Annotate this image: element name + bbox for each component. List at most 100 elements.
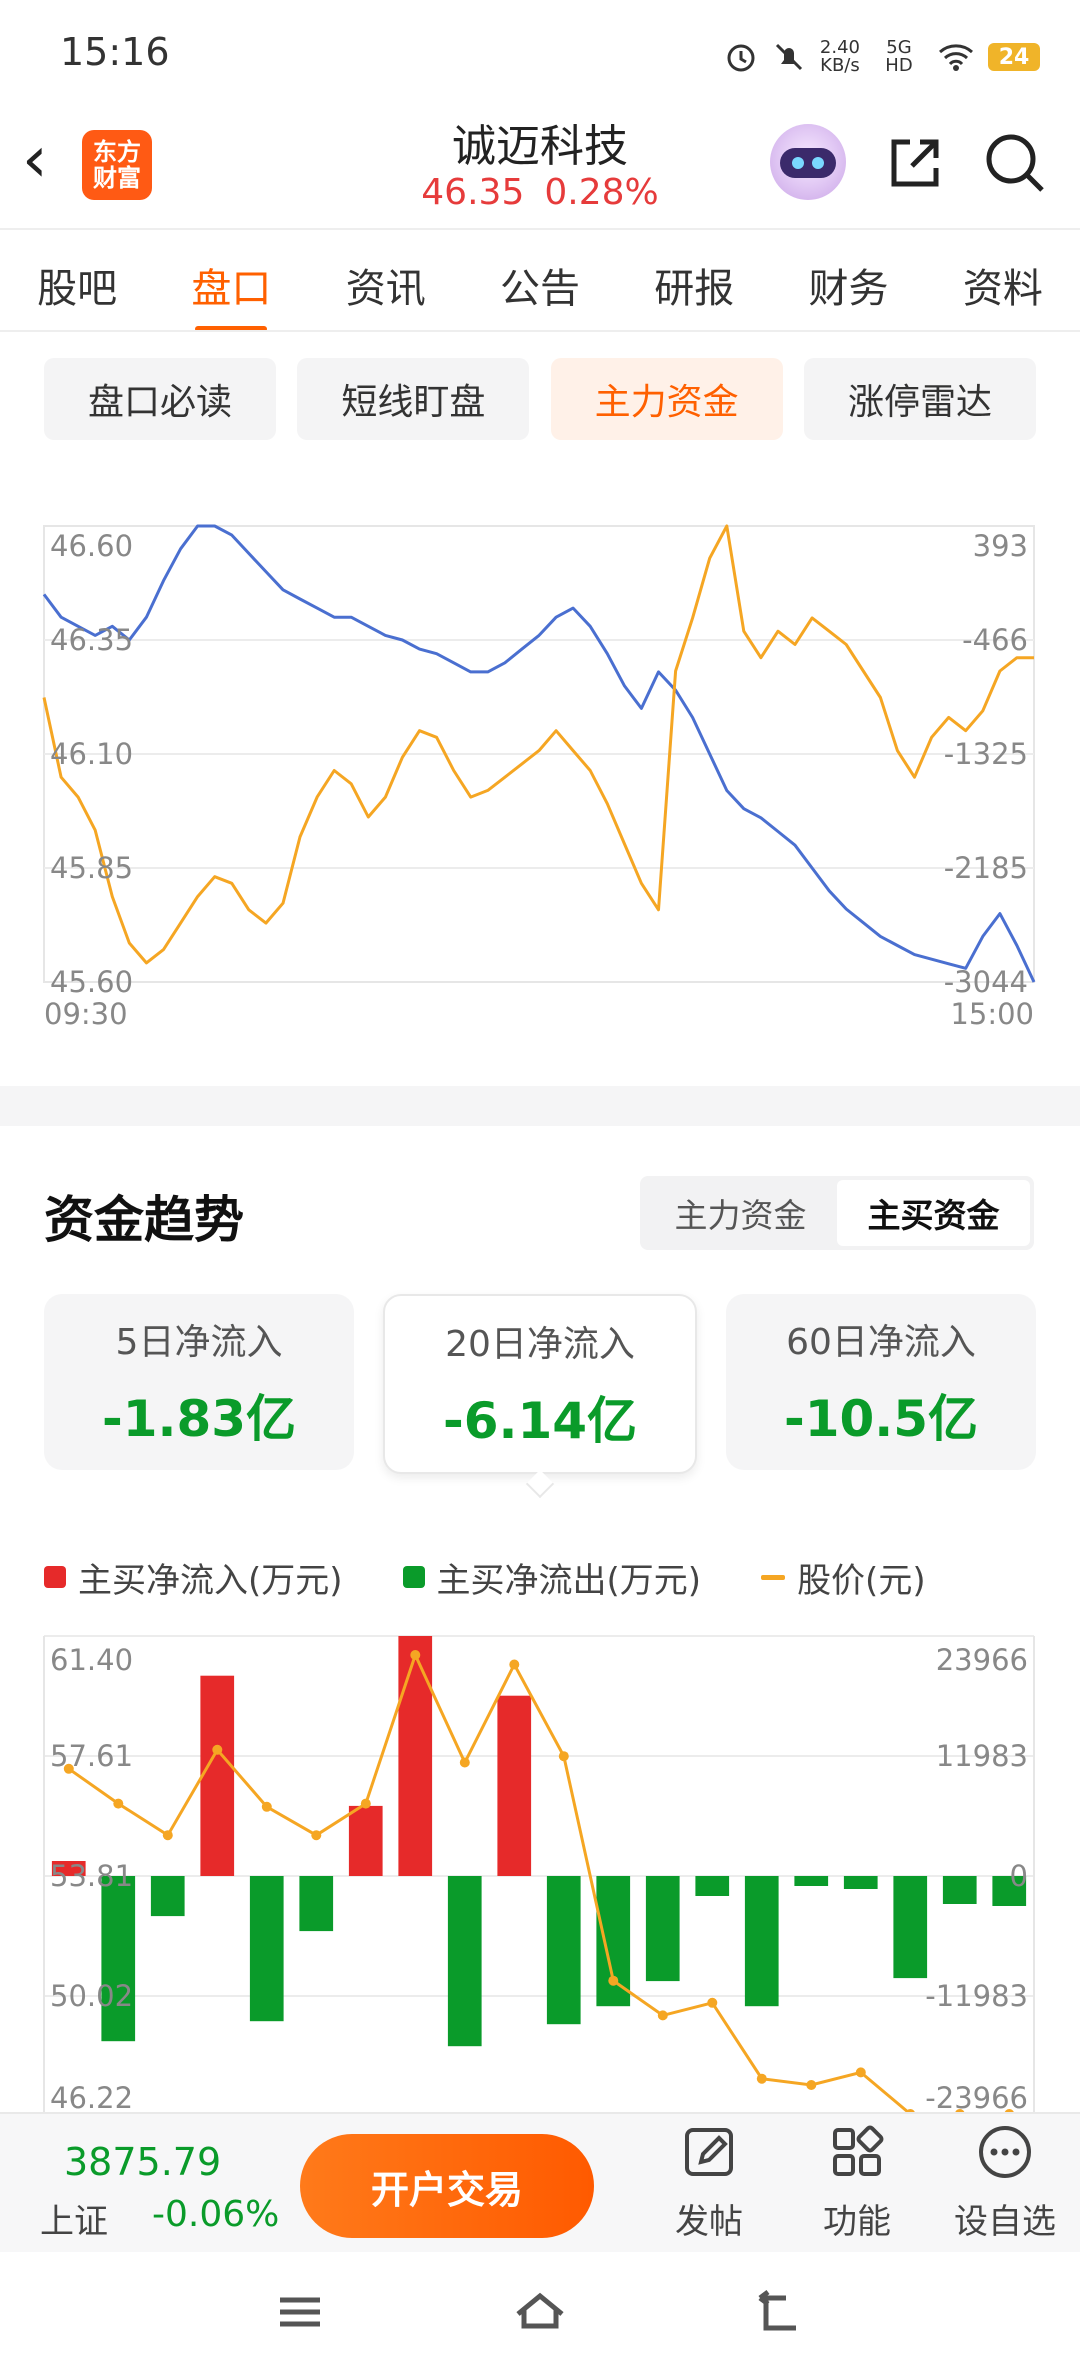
search-icon[interactable]: [980, 128, 1050, 198]
menu-icon[interactable]: [270, 2282, 330, 2342]
left-tick-label: 61.40: [50, 1643, 133, 1677]
section-title: 资金趋势: [44, 1191, 244, 1249]
right-tick-label: -466: [962, 623, 1028, 657]
left-tick-label: 46.10: [50, 737, 133, 771]
inflow-bar: [497, 1695, 532, 1876]
time-end-label: 15:00: [950, 997, 1034, 1031]
open-account-trade-button[interactable]: 开户交易: [300, 2134, 594, 2238]
stock-header: ‹ 东方 财富 诚迈科技 46.35 0.28%: [0, 110, 1080, 230]
intraday-fund-chart[interactable]: 46.60 46.35 46.10 45.85 45.60 393 -466 -1325 -21…: [0, 470, 1080, 1050]
left-tick-label: 45.85: [50, 851, 133, 885]
left-tick-label: 53.81: [50, 1859, 133, 1893]
price-point: [509, 1659, 520, 1670]
left-tick-label: 46.35: [50, 623, 133, 657]
outflow-bar: [794, 1876, 829, 1886]
right-tick-label: 0: [1010, 1859, 1028, 1893]
card-pointer: [525, 1469, 555, 1499]
functions-button[interactable]: 功能: [802, 2122, 912, 2252]
price-point: [608, 1975, 619, 1986]
wifi-icon: [939, 44, 973, 71]
right-tick-label: 393: [973, 529, 1028, 563]
outflow-bar: [893, 1876, 928, 1979]
left-tick-label: 50.02: [50, 1979, 133, 2013]
net-inflow-cards: 5日净流入 -1.83亿 20日净流入 -6.14亿 60日净流入 -10.5亿: [44, 1294, 1036, 1474]
index-change[interactable]: -0.06%: [152, 2194, 279, 2235]
share-icon[interactable]: [880, 128, 950, 198]
tab-pankou[interactable]: 盘口: [185, 256, 277, 332]
outflow-bar: [695, 1876, 730, 1896]
alarm-icon: [727, 44, 755, 72]
price-point: [459, 1757, 470, 1768]
status-icons: 2.40 KB/s 5G HD 24: [724, 32, 1040, 82]
price-point: [806, 2080, 817, 2090]
status-bar: 15:16 2.40 KB/s 5G HD 24: [0, 0, 1080, 110]
back-nav-icon[interactable]: [750, 2282, 810, 2342]
main-fund-flow-line: [42, 524, 1034, 965]
outflow-bar: [744, 1876, 779, 2007]
card-5d[interactable]: 5日净流入 -1.83亿: [44, 1294, 354, 1470]
status-time: 15:16: [60, 30, 170, 74]
price-point: [707, 1997, 718, 2008]
price-point: [410, 1650, 421, 1660]
subtab-main-funds[interactable]: 主力资金: [550, 358, 783, 440]
right-tick-label: -2185: [944, 851, 1028, 885]
card-60d[interactable]: 60日净流入 -10.5亿: [726, 1294, 1036, 1470]
chart-legend: 主买净流入(万元) 主买净流出(万元) 股价(元): [44, 1552, 1044, 1602]
outflow-bar: [843, 1876, 878, 1889]
inflow-bar: [398, 1636, 433, 1876]
left-tick-label: 46.60: [50, 529, 133, 563]
outflow-bar: [447, 1876, 482, 2047]
home-icon[interactable]: [510, 2282, 570, 2342]
left-tick-label: 46.22: [50, 2081, 133, 2115]
legend-price: 股价(元): [761, 1553, 926, 1602]
outflow-bar: [942, 1876, 977, 1904]
network-type: 5G HD: [885, 37, 913, 76]
tab-profile[interactable]: 资料: [957, 256, 1049, 314]
right-tick-label: -23966: [925, 2081, 1028, 2115]
bottom-toolbar: 3875.79 上证 -0.06% 开户交易 发帖 功能 设自选: [0, 2112, 1080, 2254]
edit-icon: [685, 2128, 733, 2176]
price-point: [558, 1751, 569, 1762]
toggle-main-funds[interactable]: 主力资金: [644, 1180, 837, 1246]
tab-announcements[interactable]: 公告: [494, 256, 586, 314]
post-button[interactable]: 发帖: [654, 2122, 764, 2252]
tab-finance[interactable]: 财务: [803, 256, 895, 314]
back-button[interactable]: ‹: [22, 128, 72, 198]
subtab-must-read[interactable]: 盘口必读: [44, 358, 276, 440]
tab-research[interactable]: 研报: [648, 256, 740, 314]
tab-news[interactable]: 资讯: [340, 256, 432, 314]
fund-trend-chart[interactable]: 61.40 57.61 53.81 50.02 46.22 23966 11983 0 -119…: [0, 1620, 1080, 2116]
stock-change-pct: 0.28%: [544, 172, 659, 213]
ai-assistant-button[interactable]: [770, 124, 846, 200]
more-icon: [979, 2126, 1031, 2178]
subtab-limit-up-radar[interactable]: 涨停雷达: [803, 358, 1036, 440]
fund-type-toggle: 主力资金 主买资金: [640, 1176, 1034, 1250]
stock-name: 诚迈科技: [452, 121, 628, 172]
index-name[interactable]: 上证: [40, 2194, 108, 2243]
section-separator: [0, 1086, 1080, 1126]
card-20d[interactable]: 20日净流入 -6.14亿: [383, 1294, 697, 1474]
price-point: [113, 1798, 124, 1809]
right-tick-label: -3044: [944, 965, 1028, 999]
stock-price: 46.35: [421, 172, 525, 213]
price-point: [360, 1798, 371, 1809]
header-divider: [0, 228, 1080, 230]
outflow-bar: [546, 1876, 581, 2025]
app-logo[interactable]: 东方 财富: [82, 130, 152, 200]
add-watchlist-button[interactable]: 设自选: [950, 2122, 1060, 2252]
outflow-bar: [596, 1876, 631, 2007]
mute-icon: [775, 43, 802, 71]
tab-guba[interactable]: 股吧: [31, 256, 123, 314]
price-point: [261, 1801, 272, 1812]
toggle-main-buy-funds[interactable]: 主买资金: [837, 1180, 1030, 1246]
price-point: [311, 1830, 322, 1841]
outflow-bar: [150, 1876, 185, 1917]
left-tick-label: 57.61: [50, 1739, 133, 1773]
sub-tabs: 盘口必读 短线盯盘 主力资金 涨停雷达: [44, 358, 1036, 440]
subtab-short-term[interactable]: 短线盯盘: [297, 358, 530, 440]
system-nav-bar: [0, 2252, 1080, 2376]
right-tick-label: 23966: [936, 1643, 1028, 1677]
main-tabs: 股吧 盘口 资讯 公告 研报 财务 资料: [0, 240, 1080, 332]
price-point: [756, 2073, 767, 2084]
index-value[interactable]: 3875.79: [64, 2140, 221, 2184]
